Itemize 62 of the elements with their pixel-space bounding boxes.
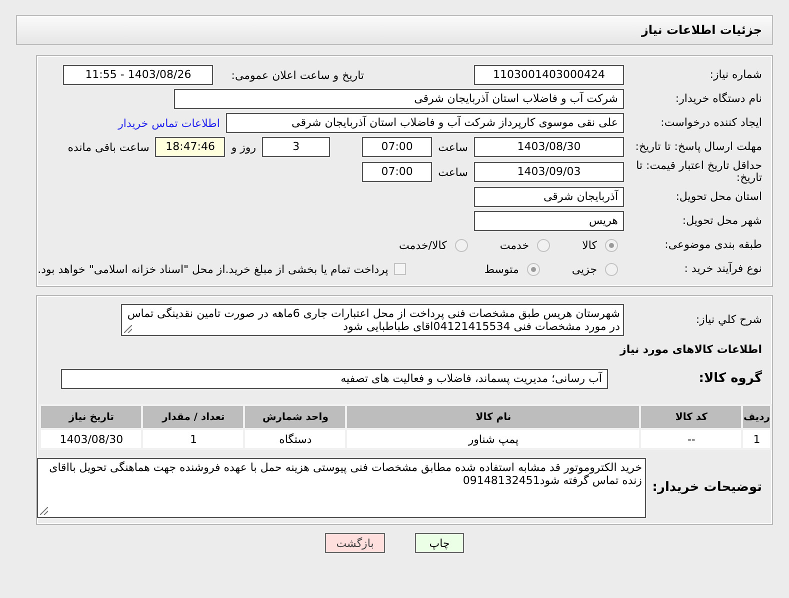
label-text: روز و bbox=[231, 140, 256, 154]
table-cell: 1 bbox=[742, 429, 771, 449]
resize-grip-icon bbox=[40, 507, 48, 515]
table-cell: -- bbox=[640, 429, 742, 449]
value-field: شرکت آب و فاضلاب استان آذربایجان شرقی bbox=[174, 89, 624, 109]
column-header: واحد شمارش bbox=[244, 405, 346, 429]
column-header: کد کالا bbox=[640, 405, 742, 429]
radio-button[interactable] bbox=[454, 238, 468, 252]
payment-note: پرداخت تمام یا بخشی از مبلغ خرید.از محل "اسناد خزانه اسلامی" خواهد بود. bbox=[38, 262, 388, 276]
value-field: 3 bbox=[262, 137, 330, 157]
option-label: جزیی bbox=[572, 262, 597, 276]
back-button[interactable]: بازگشت bbox=[325, 533, 385, 553]
value-field: 1103001403000424 bbox=[474, 65, 624, 85]
column-header: تعداد / مقدار bbox=[142, 405, 244, 429]
value-field: 18:47:46 bbox=[155, 137, 226, 157]
column-header: ردیف bbox=[742, 405, 771, 429]
column-header: تاریخ نیاز bbox=[40, 405, 142, 429]
field-label: حداقل تاریخ اعتبار قیمت: تا تاریخ: bbox=[635, 160, 763, 184]
radio-button[interactable] bbox=[526, 262, 540, 276]
value-field: 07:00 bbox=[362, 137, 432, 157]
value-field: 07:00 bbox=[362, 162, 432, 182]
option-label: کالا/خدمت bbox=[399, 238, 447, 252]
field-label: شرح کلي نياز: bbox=[694, 314, 763, 326]
page-title: جزئیات اطلاعات نیاز bbox=[641, 23, 762, 37]
field-label: توضیحات خریدار: bbox=[652, 482, 763, 494]
checkbox[interactable] bbox=[394, 263, 406, 275]
label-text: ساعت bbox=[438, 140, 468, 154]
field-label: طبقه بندی موضوعی: bbox=[664, 239, 763, 251]
option-label: متوسط bbox=[484, 262, 519, 276]
label-text: ساعت bbox=[438, 166, 468, 178]
print-button[interactable]: چاپ bbox=[415, 533, 464, 553]
value-field: آذربایجان شرقی bbox=[474, 187, 624, 207]
column-header: نام کالا bbox=[346, 405, 640, 429]
table-cell: 1403/08/30 bbox=[40, 429, 142, 449]
field-label: شهر محل تحویل: bbox=[681, 215, 763, 227]
buyer-notes-field: خرید الکتروموتور قد مشابه استفاده شده مطابق مشخصات فنی پیوستی هزینه حمل با عهده فروشنده جهت هماهنگی تحویل بااقای زنده تماس گرفته شود09148132451 bbox=[37, 458, 646, 518]
field-label: شماره نیاز: bbox=[708, 69, 763, 81]
label-text: تاریخ و ساعت اعلان عمومی: bbox=[231, 68, 364, 82]
table-cell: پمپ شناور bbox=[346, 429, 640, 449]
field-label: ایجاد کننده درخواست: bbox=[660, 117, 763, 129]
value-field: علی نقی موسوی کارپرداز شرکت آب و فاضلاب استان آذربایجان شرقی bbox=[226, 113, 624, 133]
table-cell: 1 bbox=[142, 429, 244, 449]
radio-button[interactable] bbox=[537, 238, 550, 252]
value-field: 1403/08/30 bbox=[474, 137, 624, 157]
field-label: استان محل تحویل: bbox=[674, 191, 763, 203]
value-field: 1403/08/26 - 11:55 bbox=[63, 65, 214, 85]
value-field: 1403/09/03 bbox=[474, 162, 624, 182]
table-cell: دستگاه bbox=[244, 429, 346, 449]
value-field: آب رسانی؛ مدیریت پسماند، فاضلاب و فعالیت های تصفیه bbox=[61, 369, 608, 389]
radio-button[interactable] bbox=[605, 262, 618, 276]
field-label: نوع فرآیند خرید : bbox=[683, 263, 763, 275]
label-text: ساعت باقی مانده bbox=[68, 140, 150, 154]
resize-grip-icon bbox=[124, 325, 132, 333]
description-field: شهرستان هریس طبق مشخصات فنی پرداخت از محل اعتبارات جاری 6ماهه در صورت تامین نقدینگی تماس در مورد مشخصات فنی 04121415534اقای طباطبایی شود bbox=[121, 304, 624, 336]
option-label: کالا bbox=[582, 238, 597, 252]
option-label: خدمت bbox=[500, 238, 530, 252]
value-field: هریس bbox=[474, 211, 624, 231]
field-label: مهلت ارسال پاسخ: تا تاریخ: bbox=[634, 141, 763, 153]
section-heading: اطلاعات کالاهای مورد نياز bbox=[620, 342, 763, 356]
field-label: نام دستگاه خریدار: bbox=[674, 93, 763, 105]
radio-button[interactable] bbox=[605, 238, 618, 252]
contact-link[interactable]: اطلاعات تماس خریدار bbox=[118, 116, 220, 130]
